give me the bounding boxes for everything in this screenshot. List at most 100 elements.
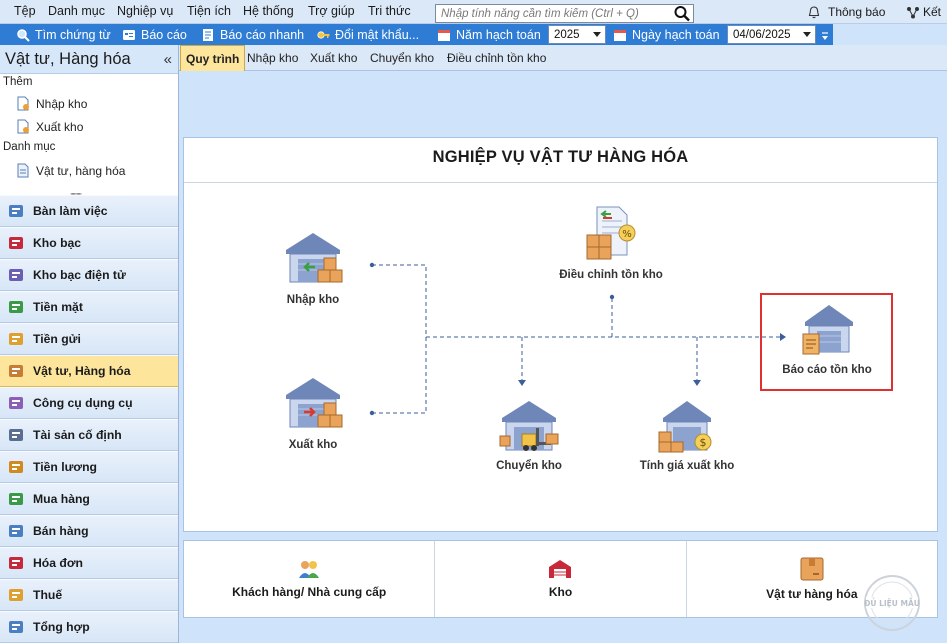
sidebar-item-tax[interactable]: Thuế bbox=[0, 579, 178, 611]
deposit-icon bbox=[9, 333, 23, 345]
chevron-down-icon bbox=[593, 32, 601, 37]
workflow-node-adjust-label: Điều chỉnh tồn kho bbox=[559, 269, 663, 281]
summary-icon bbox=[9, 621, 23, 633]
change-password-button[interactable]: Đổi mật khẩu... bbox=[316, 24, 419, 45]
sidebar-item-label: Tiền lương bbox=[33, 460, 97, 474]
sidebar-item-treasury[interactable]: Kho bạc bbox=[0, 227, 178, 259]
sidebar-item-sales[interactable]: Bán hàng bbox=[0, 515, 178, 547]
sidebar-item-e-treasury[interactable]: Kho bạc điện tử bbox=[0, 259, 178, 291]
sidebar-item-cash[interactable]: Tiền mặt bbox=[0, 291, 178, 323]
document-add-icon bbox=[17, 96, 29, 111]
treasury-icon bbox=[9, 237, 23, 249]
sidebar-item-goods[interactable]: Vật tư, Hàng hóa bbox=[0, 355, 178, 387]
sales-icon bbox=[9, 525, 23, 537]
tools-icon bbox=[9, 397, 23, 409]
sidebar-item-label: Mua hàng bbox=[33, 492, 90, 506]
posting-date-picker[interactable]: 04/06/2025 bbox=[727, 25, 816, 44]
sidebar-item-cart[interactable]: Mua hàng bbox=[0, 483, 178, 515]
notification-label: Thông báo bbox=[828, 5, 886, 19]
menu-system[interactable]: Hệ thống bbox=[243, 4, 294, 18]
cash-icon bbox=[9, 301, 23, 313]
sidebar-item-label: Bán hàng bbox=[33, 524, 89, 538]
workflow-node-adjust[interactable]: % Điều chỉnh tồn kho bbox=[556, 205, 666, 281]
menu-knowledge[interactable]: Tri thức bbox=[368, 4, 411, 18]
catalog-goods-link[interactable]: Vật tư, hàng hóa bbox=[16, 163, 125, 178]
report-button[interactable]: Báo cáo bbox=[122, 24, 187, 45]
sidebar-item-deposit[interactable]: Tiền gửi bbox=[0, 323, 178, 355]
search-icon[interactable] bbox=[673, 5, 691, 22]
quick-report-button[interactable]: Báo cáo nhanh bbox=[201, 24, 304, 45]
tab-import[interactable]: Nhập kho bbox=[242, 45, 303, 71]
workflow-node-pricing[interactable]: $ Tính giá xuất kho bbox=[636, 398, 738, 472]
shortcut-goods-label: Vật tư hàng hóa bbox=[766, 587, 858, 601]
sidebar-item-tools[interactable]: Công cụ dụng cụ bbox=[0, 387, 178, 419]
workflow-node-transfer[interactable]: Chuyển kho bbox=[488, 398, 570, 472]
workflow-node-export[interactable]: Xuất kho bbox=[272, 375, 354, 451]
shortcut-customers-label: Khách hàng/ Nhà cung cấp bbox=[232, 585, 387, 599]
desk-icon bbox=[9, 205, 23, 217]
toolbar-spacer bbox=[833, 24, 947, 45]
sidebar-item-invoice[interactable]: Hóa đơn bbox=[0, 547, 178, 579]
document-add-icon bbox=[17, 119, 29, 134]
logout-button[interactable]: Kết bbox=[906, 3, 941, 21]
sidebar-item-label: Kho bạc bbox=[33, 236, 82, 250]
quick-import-link[interactable]: Nhập kho bbox=[16, 96, 87, 111]
inventory-adjust-icon: % bbox=[586, 206, 636, 260]
workflow-node-import[interactable]: Nhập kho bbox=[272, 230, 354, 306]
workflow-node-export-label: Xuất kho bbox=[288, 439, 338, 451]
quick-export-label: Xuất kho bbox=[36, 119, 84, 134]
menu-operations[interactable]: Nghiệp vụ bbox=[117, 4, 173, 18]
workflow-node-pricing-label: Tính giá xuất kho bbox=[639, 460, 735, 472]
report-label: Báo cáo bbox=[141, 27, 187, 42]
shortcut-customers-suppliers[interactable]: Khách hàng/ Nhà cung cấp bbox=[184, 541, 436, 617]
sidebar-item-summary[interactable]: Tổng hợp bbox=[0, 611, 178, 643]
feature-search-input[interactable] bbox=[436, 5, 664, 22]
chevron-down-icon bbox=[803, 32, 811, 37]
sidebar-item-label: Công cụ dụng cụ bbox=[33, 396, 133, 410]
notification-button[interactable]: Thông báo bbox=[808, 3, 885, 21]
sidebar-item-fixed-asset[interactable]: Tài sản cố định bbox=[0, 419, 178, 451]
tab-export[interactable]: Xuất kho bbox=[305, 45, 362, 71]
connect-icon bbox=[907, 6, 919, 18]
report-highlight-box bbox=[760, 293, 893, 391]
tab-adjust[interactable]: Điều chỉnh tồn kho bbox=[442, 45, 551, 71]
bell-icon bbox=[808, 5, 820, 18]
sidebar-item-label: Tài sản cố định bbox=[33, 428, 122, 442]
sidebar-item-label: Kho bạc điện tử bbox=[33, 268, 126, 282]
shortcut-warehouse[interactable]: Kho bbox=[435, 541, 687, 617]
overflow-chevron-icon[interactable] bbox=[820, 30, 830, 42]
collapse-sidebar-icon[interactable]: « bbox=[164, 51, 172, 68]
sidebar-item-desk[interactable]: Bàn làm việc bbox=[0, 195, 178, 227]
quick-report-label: Báo cáo nhanh bbox=[220, 27, 305, 42]
change-password-label: Đổi mật khẩu... bbox=[335, 27, 420, 42]
quick-export-link[interactable]: Xuất kho bbox=[16, 119, 83, 134]
posting-date-label-group: Ngày hạch toán bbox=[613, 24, 720, 45]
workflow-node-import-label: Nhập kho bbox=[286, 294, 340, 306]
find-voucher-button[interactable]: Tìm chứng từ bbox=[16, 24, 111, 45]
fiscal-year-select[interactable]: 2025 bbox=[548, 25, 606, 44]
svg-text:%: % bbox=[622, 229, 632, 240]
tab-transfer[interactable]: Chuyển kho bbox=[365, 45, 439, 71]
warehouse-export-icon bbox=[286, 378, 343, 428]
posting-date-label: Ngày hạch toán bbox=[632, 27, 720, 42]
sidebar-header: Vật tư, Hàng hóa « bbox=[0, 45, 178, 74]
menu-help[interactable]: Trợ giúp bbox=[308, 4, 355, 18]
sidebar-item-label: Tổng hợp bbox=[33, 620, 90, 634]
warehouse-transfer-icon bbox=[499, 401, 559, 451]
sidebar-item-payroll[interactable]: Tiền lương bbox=[0, 451, 178, 483]
magnifier-icon bbox=[17, 28, 30, 42]
invoice-icon bbox=[9, 557, 23, 569]
svg-text:$: $ bbox=[700, 436, 707, 449]
tab-workflow[interactable]: Quy trình bbox=[180, 45, 246, 71]
calendar-icon bbox=[614, 29, 626, 41]
key-icon bbox=[317, 30, 330, 39]
menu-file[interactable]: Tệp bbox=[14, 4, 36, 18]
workflow-title: NGHIỆP VỤ VẬT TƯ HÀNG HÓA bbox=[432, 148, 689, 166]
menu-catalog[interactable]: Danh mục bbox=[48, 4, 105, 18]
cart-icon bbox=[9, 493, 23, 505]
sample-data-watermark: ĐỦ LIỆU MẪU bbox=[864, 575, 920, 631]
sidebar-nav: Bàn làm việc Kho bạc Kho bạc điện tử Tiền m… bbox=[0, 195, 178, 643]
warehouse-pricing-icon: $ bbox=[658, 401, 712, 453]
quick-report-icon bbox=[203, 28, 213, 41]
menu-utilities[interactable]: Tiện ích bbox=[187, 4, 231, 18]
